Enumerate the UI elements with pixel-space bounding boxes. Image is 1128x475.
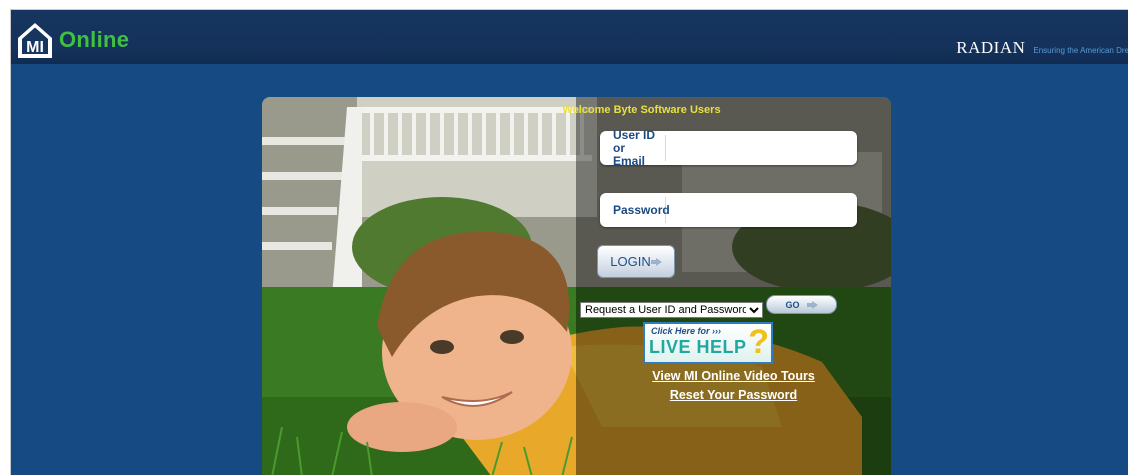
house-logo-icon: MI bbox=[18, 23, 52, 58]
question-mark-icon: ? bbox=[748, 323, 769, 361]
password-input[interactable] bbox=[670, 197, 857, 223]
video-tours-link[interactable]: View MI Online Video Tours bbox=[576, 369, 891, 383]
radian-tagline: Ensuring the American Dre bbox=[1033, 46, 1128, 55]
live-help-title: LIVE HELP bbox=[649, 337, 747, 357]
request-select[interactable]: Request a User ID and Password bbox=[580, 302, 763, 318]
password-field: Password bbox=[600, 193, 857, 227]
arrow-right-icon bbox=[650, 257, 662, 266]
login-button-label: LOGIN bbox=[610, 254, 651, 269]
go-button-label: GO bbox=[785, 299, 800, 310]
logo-text: Online bbox=[59, 27, 130, 52]
userid-label-line2: Email bbox=[613, 153, 646, 168]
reset-password-link[interactable]: Reset Your Password bbox=[576, 388, 891, 402]
welcome-message: Welcome Byte Software Users bbox=[562, 104, 721, 116]
hero-panel: Welcome Byte Software Users User ID or Em… bbox=[262, 97, 891, 475]
radian-brand: RADIAN Ensuring the American Dre bbox=[956, 38, 1128, 58]
userid-label: User ID or Email bbox=[600, 128, 666, 167]
userid-input[interactable] bbox=[670, 135, 857, 161]
live-help-caption: Click Here for ››› bbox=[651, 326, 722, 336]
login-button[interactable]: LOGIN bbox=[597, 245, 675, 278]
go-arrow-icon bbox=[806, 300, 818, 309]
userid-label-line1: User ID or bbox=[613, 127, 656, 155]
radian-name: RADIAN bbox=[956, 38, 1026, 57]
go-button[interactable]: GO bbox=[766, 295, 837, 314]
userid-field: User ID or Email bbox=[600, 128, 857, 167]
password-label: Password bbox=[600, 197, 670, 223]
live-help-button[interactable]: Click Here for ››› LIVE HELP ? bbox=[643, 322, 773, 364]
page-frame: MI Online RADIAN Ensuring the American D… bbox=[10, 9, 1128, 475]
mi-online-logo[interactable]: MI Online bbox=[15, 20, 129, 60]
logo-mark-text: MI bbox=[26, 39, 44, 56]
header-bar: MI Online RADIAN Ensuring the American D… bbox=[11, 10, 1128, 64]
